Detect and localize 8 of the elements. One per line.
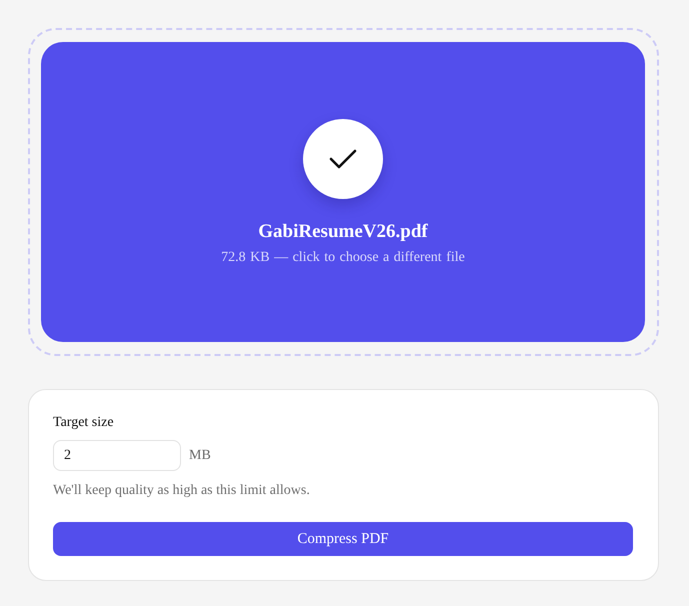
file-info: 72.8 KB — click to choose a different file bbox=[221, 248, 465, 266]
file-dropzone[interactable]: GabiResumeV26.pdf 72.8 KB — click to choose a different file bbox=[28, 28, 659, 356]
file-name: GabiResumeV26.pdf bbox=[258, 220, 428, 242]
target-size-label: Target size bbox=[53, 414, 115, 431]
target-size-input[interactable]: 2 bbox=[53, 440, 181, 471]
unit-label: MB bbox=[189, 448, 211, 464]
hint-text: We'll keep quality as high as this limit allows. bbox=[53, 482, 311, 499]
compress-button[interactable]: Compress PDF bbox=[53, 522, 633, 556]
